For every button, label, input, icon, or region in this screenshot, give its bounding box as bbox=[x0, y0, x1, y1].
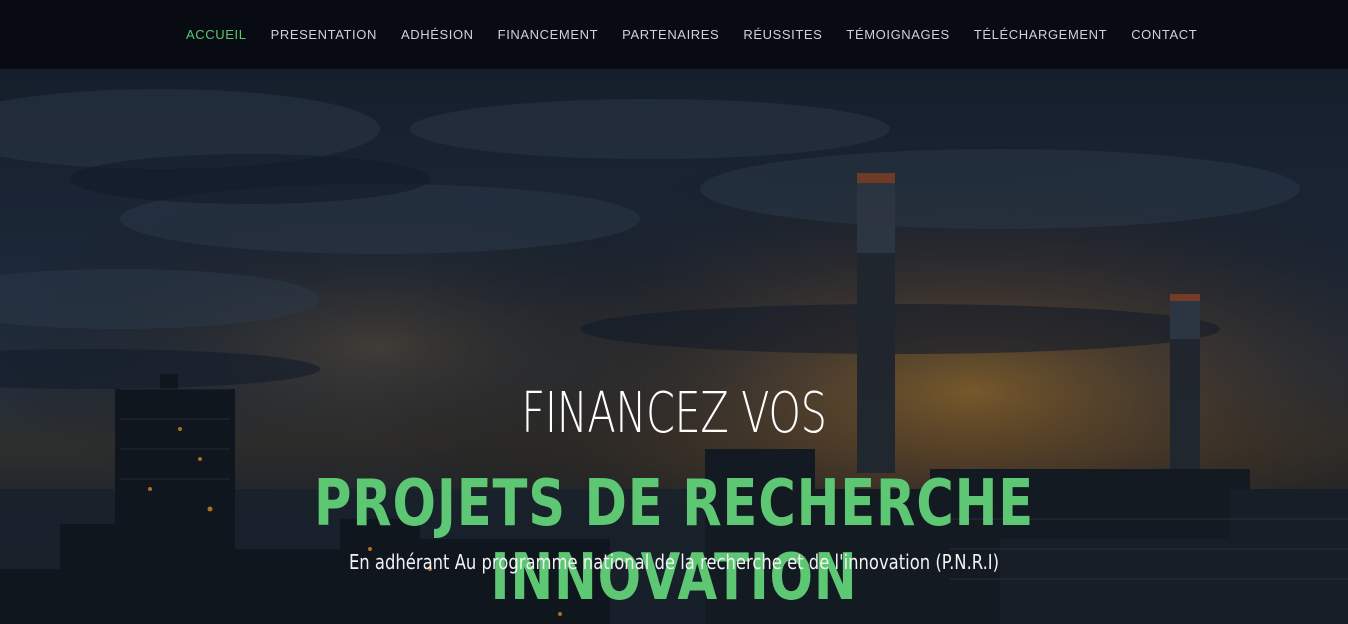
hero-content: FINANCEZ VOS PROJETS DE RECHERCHE INNOVA… bbox=[0, 69, 1348, 624]
nav-item-telechargement[interactable]: TÉLÉCHARGEMENT bbox=[962, 0, 1119, 69]
nav-menu: ACCUEIL PRESENTATION ADHÉSION FINANCEMEN… bbox=[174, 0, 1209, 69]
nav-item-financement[interactable]: FINANCEMENT bbox=[486, 0, 611, 69]
nav-item-temoignages[interactable]: TÉMOIGNAGES bbox=[834, 0, 961, 69]
nav-item-partenaires[interactable]: PARTENAIRES bbox=[610, 0, 731, 69]
hero-heading: FINANCEZ VOS bbox=[521, 381, 827, 446]
main-navbar: ACCUEIL PRESENTATION ADHÉSION FINANCEMEN… bbox=[0, 0, 1348, 69]
nav-item-adhesion[interactable]: ADHÉSION bbox=[389, 0, 486, 69]
nav-item-accueil[interactable]: ACCUEIL bbox=[174, 0, 259, 69]
nav-item-reussites[interactable]: RÉUSSITES bbox=[731, 0, 834, 69]
nav-item-presentation[interactable]: PRESENTATION bbox=[259, 0, 389, 69]
hero-highlight-heading: PROJETS DE RECHERCHE INNOVATION bbox=[313, 467, 1035, 615]
hero-subtitle: En adhérant Au programme national de la … bbox=[348, 550, 1000, 574]
nav-item-contact[interactable]: CONTACT bbox=[1119, 0, 1209, 69]
hero-section: FINANCEZ VOS PROJETS DE RECHERCHE INNOVA… bbox=[0, 69, 1348, 624]
